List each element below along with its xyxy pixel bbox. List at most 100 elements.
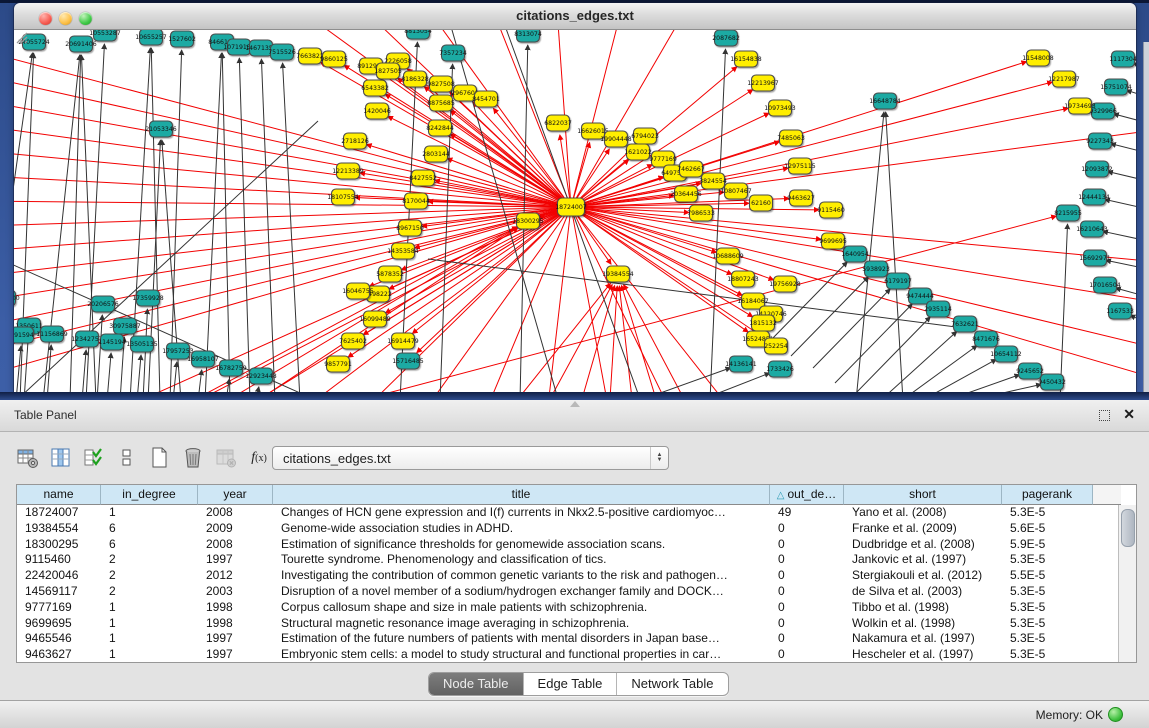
graph-node-yellow[interactable]: 19756928	[769, 276, 801, 292]
graph-node-teal[interactable]: 20260500	[14, 290, 20, 306]
graph-node-yellow[interactable]: 8454701	[472, 91, 500, 107]
table-selector-dropdown[interactable]: citations_edges.txt ▲▼	[272, 446, 669, 470]
graph-node-yellow[interactable]: 18807243	[727, 271, 759, 287]
graph-node-yellow[interactable]: 252254	[764, 338, 788, 354]
graph-node-yellow[interactable]: 8967150	[396, 220, 424, 236]
table-row[interactable]: 946362711997Embryonic stem cells: a mode…	[17, 647, 1119, 662]
graph-node-yellow[interactable]: 11548008	[1022, 50, 1054, 66]
graph-node-yellow[interactable]: 19734693	[1064, 98, 1096, 114]
graph-node-teal[interactable]: 2087682	[712, 30, 740, 46]
graph-node-teal[interactable]: 15751074	[1100, 79, 1132, 95]
graph-node-teal[interactable]: 30975887	[109, 318, 141, 334]
splitter-handle-icon[interactable]	[570, 401, 580, 407]
graph-node-yellow[interactable]: 3824554	[699, 173, 727, 189]
graph-node-yellow[interactable]: 14353584	[387, 243, 419, 259]
tab-edge-table[interactable]: Edge Table	[524, 673, 618, 695]
table-row[interactable]: 946554611997Estimation of the future num…	[17, 631, 1119, 647]
graph-node-yellow[interactable]: 7462667	[677, 161, 705, 177]
graph-node-teal[interactable]: 7357234	[439, 45, 467, 61]
graph-node-yellow[interactable]: 2803144	[422, 146, 450, 162]
graph-node-teal[interactable]: 14136141	[725, 356, 757, 372]
table-row[interactable]: 1830029562008Estimation of significance …	[17, 537, 1119, 553]
column-selection-icon[interactable]	[82, 446, 106, 470]
delete-table-icon[interactable]	[214, 446, 238, 470]
network-canvas[interactable]: 2405572420691406105532871065525715276028…	[14, 30, 1136, 392]
graph-node-yellow[interactable]: 10973493	[764, 100, 796, 116]
graph-node-teal[interactable]: 6179197	[884, 273, 912, 289]
column-visibility-icon[interactable]	[49, 446, 73, 470]
graph-node-teal[interactable]: 21053346	[145, 121, 177, 137]
graph-node-teal[interactable]: 17016504	[1089, 277, 1121, 293]
graph-node-teal[interactable]: 15692971	[1079, 250, 1111, 266]
graph-node-yellow[interactable]: 8186328	[401, 71, 429, 87]
graph-node-teal[interactable]: 20691406	[65, 36, 97, 52]
graph-node-yellow[interactable]: 6543382	[361, 80, 389, 96]
scrollbar-thumb[interactable]	[1121, 509, 1135, 547]
float-panel-icon[interactable]	[1098, 408, 1111, 421]
graph-node-teal[interactable]: 15716485	[392, 353, 424, 369]
graph-node-teal[interactable]: 1733426	[766, 361, 794, 377]
graph-node-yellow[interactable]: 6794023	[631, 128, 659, 144]
column-header-pagerank[interactable]: pagerank	[1002, 485, 1093, 505]
graph-node-yellow[interactable]: 9860125	[320, 51, 348, 67]
graph-node-teal[interactable]: 1167533	[1106, 303, 1134, 319]
graph-node-yellow[interactable]: 1420046	[363, 103, 391, 119]
column-header-year[interactable]: year	[198, 485, 273, 505]
tab-node-table[interactable]: Node Table	[429, 673, 524, 695]
graph-node-teal[interactable]: 12093872	[1081, 161, 1113, 177]
graph-node-yellow[interactable]: 7485063	[777, 130, 805, 146]
graph-node-yellow[interactable]: 9857791	[324, 356, 352, 372]
graph-node-yellow[interactable]: 18107554	[327, 189, 359, 205]
column-header-short[interactable]: short	[844, 485, 1002, 505]
graph-node-yellow[interactable]: 16154838	[730, 51, 762, 67]
graph-node-teal[interactable]: 5938923	[862, 261, 890, 277]
graph-node-teal[interactable]: 1117304	[1109, 51, 1136, 67]
graph-node-yellow[interactable]: 8875685	[427, 95, 455, 111]
table-row[interactable]: 1872400712008Changes of HCN gene express…	[17, 505, 1119, 521]
graph-node-yellow[interactable]: 18724007	[555, 198, 587, 216]
graph-node-teal[interactable]: 17359928	[132, 290, 164, 306]
table-row[interactable]: 1456911722003Disruption of a novel membe…	[17, 584, 1119, 600]
graph-node-teal[interactable]: 11156869	[36, 326, 68, 342]
graph-node-teal[interactable]: 16782759	[215, 360, 247, 376]
graph-node-yellow[interactable]: 12213967	[747, 75, 779, 91]
column-header-title[interactable]: title	[273, 485, 770, 505]
graph-node-yellow[interactable]: 8242844	[426, 120, 454, 136]
graph-node-teal[interactable]: 1527602	[168, 31, 196, 47]
table-row[interactable]: 911546021997Tourette syndrome. Phenomeno…	[17, 552, 1119, 568]
graph-node-yellow[interactable]: 20364456	[670, 186, 702, 202]
table-row[interactable]: 977716911998Corpus callosum shape and si…	[17, 600, 1119, 616]
graph-node-teal[interactable]: 16210643	[1076, 221, 1108, 237]
graph-node-yellow[interactable]: 5878352	[376, 266, 404, 282]
memory-status-indicator[interactable]	[1108, 707, 1123, 722]
graph-node-teal[interactable]: 16648784	[869, 93, 901, 109]
graph-node-teal[interactable]: 8313074	[514, 30, 542, 42]
graph-node-teal[interactable]: 12444134	[1078, 189, 1110, 205]
graph-node-teal[interactable]: 8813054	[404, 30, 432, 39]
graph-node-yellow[interactable]: 16914479	[387, 333, 419, 349]
graph-node-teal[interactable]: 9227343	[1086, 133, 1114, 149]
graph-node-teal[interactable]: 20206576	[87, 296, 119, 312]
function-builder-icon[interactable]: f(x)	[247, 446, 271, 470]
graph-node-teal[interactable]: 13505135	[126, 336, 158, 352]
graph-node-yellow[interactable]: 19904448	[600, 131, 632, 147]
graph-node-yellow[interactable]: 10688609	[712, 248, 744, 264]
resize-grip[interactable]	[14, 30, 28, 44]
table-row[interactable]: 969969511998Structural magnetic resonanc…	[17, 616, 1119, 632]
graph-node-yellow[interactable]: 8427552	[409, 170, 437, 186]
graph-node-yellow[interactable]: 1815132	[749, 315, 777, 331]
tab-network-table[interactable]: Network Table	[617, 673, 727, 695]
delete-column-icon[interactable]	[181, 446, 205, 470]
row-height-icon[interactable]	[115, 446, 139, 470]
new-column-icon[interactable]	[148, 446, 172, 470]
graph-node-yellow[interactable]: 7986533	[687, 205, 715, 221]
graph-node-yellow[interactable]: 18300295	[512, 213, 544, 229]
graph-node-teal[interactable]: 9450432	[1038, 374, 1066, 390]
graph-node-teal[interactable]: 12923448	[245, 368, 277, 384]
close-panel-icon[interactable]: ✕	[1123, 406, 1135, 422]
graph-node-yellow[interactable]: 1621022	[624, 144, 652, 160]
table-row[interactable]: 2242004622012Investigating the contribut…	[17, 568, 1119, 584]
graph-node-teal[interactable]: 8215955	[1054, 205, 1082, 221]
graph-node-teal[interactable]: 391594	[14, 327, 34, 343]
table-row[interactable]: 1938455462009Genome-wide association stu…	[17, 521, 1119, 537]
